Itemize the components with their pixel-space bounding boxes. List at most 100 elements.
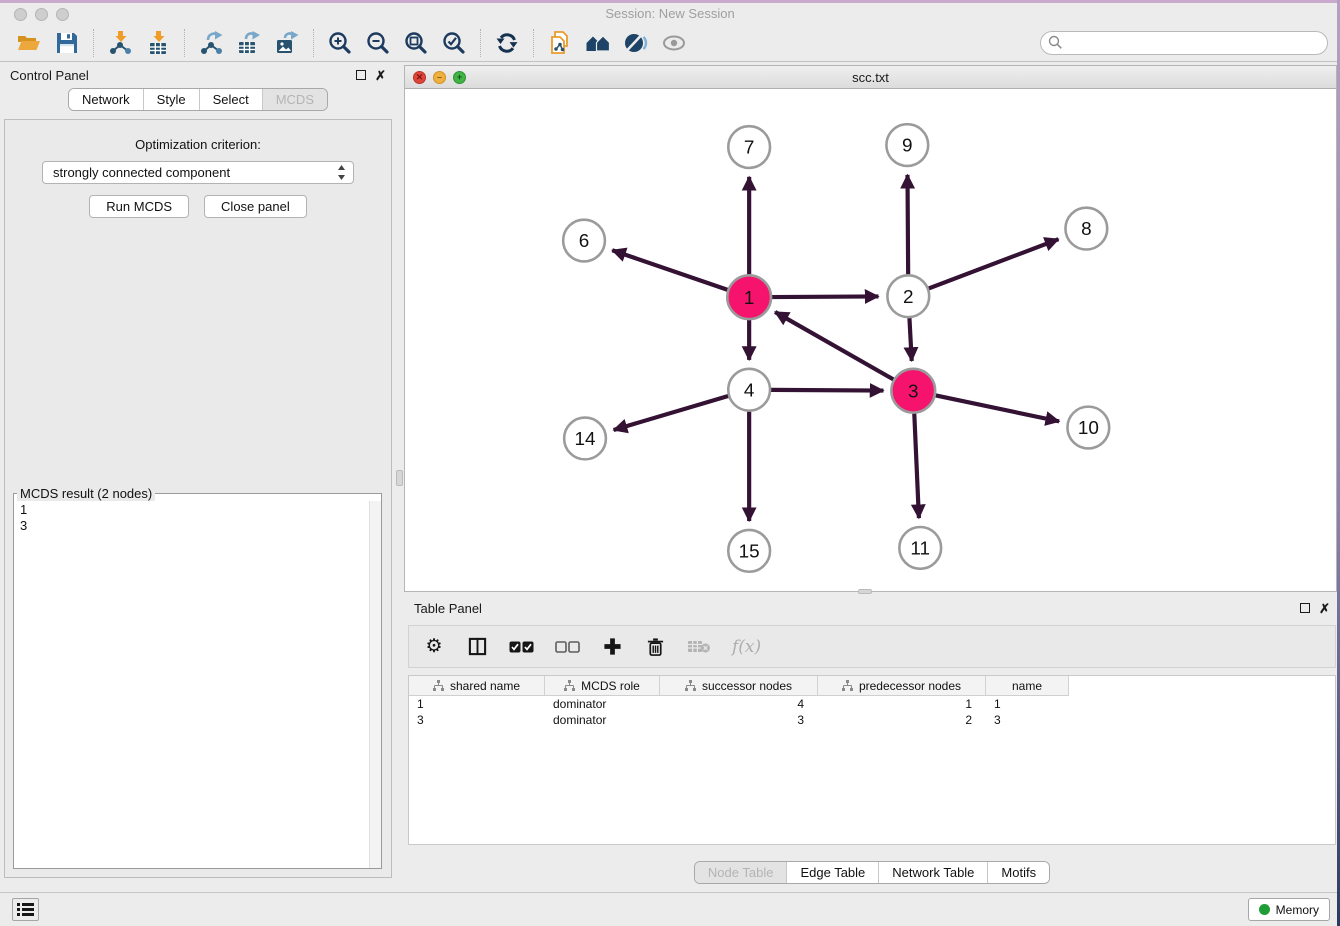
home-button[interactable] bbox=[579, 27, 617, 59]
export-table-button[interactable] bbox=[230, 27, 268, 59]
select-all-button[interactable] bbox=[509, 641, 534, 653]
export-image-button[interactable] bbox=[268, 27, 306, 59]
network-graph[interactable]: 7 9 6 8 1 2 4 3 14 10 15 11 bbox=[405, 89, 1336, 591]
run-mcds-button[interactable]: Run MCDS bbox=[89, 195, 189, 218]
table-header-row: shared nameMCDS role successor nodes prede… bbox=[409, 676, 1335, 696]
close-table-panel-icon[interactable]: ✗ bbox=[1319, 602, 1330, 615]
graph-node-3[interactable]: 3 bbox=[891, 369, 935, 413]
tab-mcds[interactable]: MCDS bbox=[262, 89, 327, 110]
vertical-splitter-handle[interactable] bbox=[396, 470, 403, 486]
graph-node-14[interactable]: 14 bbox=[564, 418, 606, 460]
delete-table-icon bbox=[687, 639, 711, 654]
close-panel-button[interactable]: Close panel bbox=[204, 195, 307, 218]
zoom-out-button[interactable] bbox=[359, 27, 397, 59]
deselect-all-button[interactable] bbox=[555, 641, 580, 653]
column-header-label: successor nodes bbox=[702, 679, 792, 693]
float-panel-icon[interactable] bbox=[356, 70, 366, 80]
column-settings-button[interactable]: ⚙ bbox=[423, 637, 445, 656]
columns-icon bbox=[468, 637, 487, 656]
tab-style[interactable]: Style bbox=[143, 89, 199, 110]
criterion-select[interactable]: strongly connected component bbox=[42, 161, 354, 184]
table-tab-node-table[interactable]: Node Table bbox=[695, 862, 787, 883]
zoom-in-button[interactable] bbox=[321, 27, 359, 59]
graph-node-8[interactable]: 8 bbox=[1065, 208, 1107, 250]
graph-node-10[interactable]: 10 bbox=[1067, 407, 1109, 449]
graph-node-1[interactable]: 1 bbox=[727, 275, 771, 319]
zoom-out-icon bbox=[365, 30, 391, 56]
table-tab-motifs[interactable]: Motifs bbox=[987, 862, 1049, 883]
graph-node-4[interactable]: 4 bbox=[728, 369, 770, 411]
graph-node-label: 1 bbox=[744, 288, 755, 309]
network-window-titlebar[interactable]: ✕ – + scc.txt bbox=[405, 66, 1336, 89]
graph-edge-1-2[interactable] bbox=[771, 296, 878, 297]
memory-status-icon bbox=[1259, 904, 1270, 915]
table-tab-network-table[interactable]: Network Table bbox=[878, 862, 987, 883]
table-tab-edge-table[interactable]: Edge Table bbox=[786, 862, 878, 883]
table-cell: dominator bbox=[545, 697, 660, 711]
zoom-fit-button[interactable] bbox=[397, 27, 435, 59]
export-network-button[interactable] bbox=[192, 27, 230, 59]
graph-node-7[interactable]: 7 bbox=[728, 126, 770, 168]
task-history-button[interactable] bbox=[12, 898, 39, 921]
column-header-successor-nodes[interactable]: successor nodes bbox=[660, 676, 818, 696]
graph-edge-2-3[interactable] bbox=[909, 318, 911, 361]
open-folder-icon bbox=[16, 30, 42, 56]
table-cell: dominator bbox=[545, 713, 660, 727]
save-session-button[interactable] bbox=[48, 27, 86, 59]
graph-edge-2-8[interactable] bbox=[929, 239, 1059, 288]
add-row-button[interactable] bbox=[601, 637, 623, 656]
result-line: 3 bbox=[20, 518, 375, 534]
table-row[interactable]: 3dominator323 bbox=[409, 712, 1335, 728]
import-network-button[interactable] bbox=[101, 27, 139, 59]
search-input[interactable] bbox=[1040, 31, 1328, 55]
import-table-button[interactable] bbox=[139, 27, 177, 59]
column-header-label: name bbox=[1012, 679, 1042, 693]
network-maximize-button[interactable]: + bbox=[453, 71, 466, 84]
table-cell: 1 bbox=[409, 697, 545, 711]
close-panel-icon[interactable]: ✗ bbox=[375, 69, 386, 82]
refresh-button[interactable] bbox=[488, 27, 526, 59]
result-scrollbar[interactable] bbox=[369, 501, 381, 868]
graph-node-label: 14 bbox=[575, 429, 596, 450]
hide-details-button[interactable] bbox=[655, 27, 693, 59]
tab-select[interactable]: Select bbox=[199, 89, 262, 110]
table-row[interactable]: 1dominator411 bbox=[409, 696, 1335, 712]
graph-edge-3-11[interactable] bbox=[914, 413, 919, 518]
open-session-button[interactable] bbox=[10, 27, 48, 59]
column-header-name[interactable]: name bbox=[986, 676, 1069, 696]
graph-node-6[interactable]: 6 bbox=[563, 220, 605, 262]
show-column-button[interactable] bbox=[466, 637, 488, 656]
graph-node-15[interactable]: 15 bbox=[728, 530, 770, 572]
delete-row-button[interactable] bbox=[644, 637, 666, 657]
desktop-edge-top bbox=[0, 0, 1340, 3]
graph-edge-4-14[interactable] bbox=[614, 396, 729, 430]
graph-edge-3-1[interactable] bbox=[775, 312, 894, 380]
graph-node-label: 10 bbox=[1078, 418, 1099, 439]
column-type-icon bbox=[564, 680, 575, 691]
tab-network[interactable]: Network bbox=[69, 89, 143, 110]
mcds-result-title: MCDS result (2 nodes) bbox=[17, 486, 155, 501]
memory-button[interactable]: Memory bbox=[1248, 898, 1330, 921]
zoom-selected-button[interactable] bbox=[435, 27, 473, 59]
graph-node-label: 15 bbox=[739, 541, 760, 562]
horizontal-splitter-handle[interactable] bbox=[858, 589, 872, 594]
graph-node-11[interactable]: 11 bbox=[899, 527, 941, 569]
graph-edge-2-9[interactable] bbox=[907, 175, 908, 274]
column-header-predecessor-nodes[interactable]: predecessor nodes bbox=[818, 676, 986, 696]
graph-edge-3-10[interactable] bbox=[935, 395, 1059, 421]
style-preview-button[interactable] bbox=[617, 27, 655, 59]
float-table-panel-icon[interactable] bbox=[1300, 603, 1310, 613]
column-header-shared-name[interactable]: shared name bbox=[409, 676, 545, 696]
graph-node-9[interactable]: 9 bbox=[886, 124, 928, 166]
graph-node-2[interactable]: 2 bbox=[887, 275, 929, 317]
graph-edge-1-6[interactable] bbox=[612, 250, 728, 290]
network-close-button[interactable]: ✕ bbox=[413, 71, 426, 84]
style-preview-icon bbox=[623, 30, 649, 56]
column-header-MCDS-role[interactable]: MCDS role bbox=[545, 676, 660, 696]
copy-network-button[interactable] bbox=[541, 27, 579, 59]
column-type-icon bbox=[433, 680, 444, 691]
function-builder-button: f(x) bbox=[732, 637, 761, 657]
graph-edge-4-3[interactable] bbox=[771, 390, 883, 391]
network-minimize-button[interactable]: – bbox=[433, 71, 446, 84]
network-canvas[interactable]: 7 9 6 8 1 2 4 3 14 10 15 11 bbox=[405, 89, 1336, 591]
